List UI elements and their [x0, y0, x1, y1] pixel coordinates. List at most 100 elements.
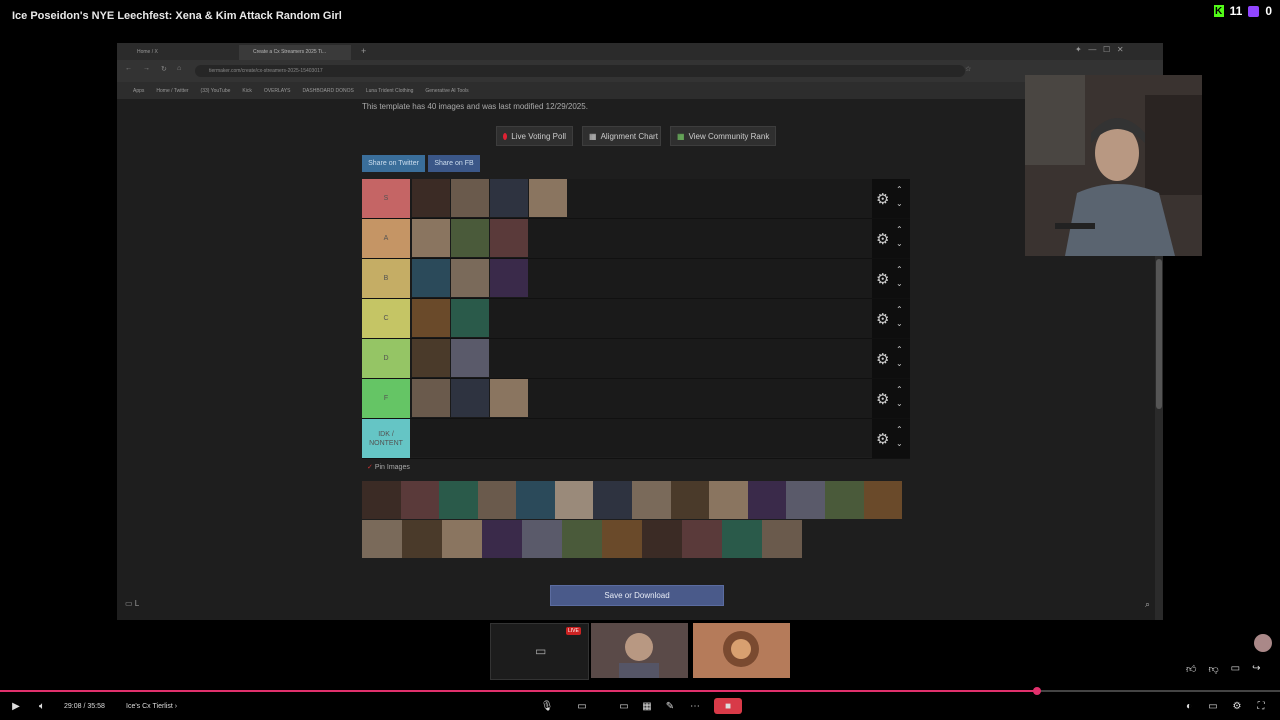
- share-icon[interactable]: ↪: [1252, 663, 1260, 675]
- alignment-chart-button[interactable]: ▦ Alignment Chart: [582, 126, 661, 146]
- pool-item-image[interactable]: [863, 481, 903, 519]
- chevron-up-icon[interactable]: ⌃: [896, 305, 903, 314]
- bookmark-item[interactable]: Luna Trident Clothing: [366, 88, 414, 94]
- tier-item-image[interactable]: [490, 179, 528, 217]
- pool-item-image[interactable]: [477, 481, 517, 519]
- pool-item-image[interactable]: [709, 481, 748, 519]
- tier-label[interactable]: D: [362, 339, 410, 378]
- tier-item-image[interactable]: [451, 299, 489, 337]
- bookmark-item[interactable]: (33) YouTube: [201, 88, 231, 94]
- pool-item-image[interactable]: [442, 520, 482, 558]
- avatar[interactable]: [1254, 634, 1272, 652]
- effects-icon[interactable]: ✎: [663, 698, 677, 714]
- chevron-up-icon[interactable]: ⌃: [896, 225, 903, 234]
- share-twitter-button[interactable]: Share on Twitter: [362, 155, 425, 172]
- scene-thumb-screen[interactable]: LIVE ▭: [490, 623, 589, 680]
- nav-back-icon[interactable]: ←: [125, 65, 132, 72]
- thumbs-up-icon[interactable]: 👍︎: [1186, 663, 1196, 675]
- play-icon[interactable]: ▶: [8, 698, 24, 714]
- browser-tab[interactable]: Home / X: [123, 45, 235, 60]
- chevron-down-icon[interactable]: ⌄: [896, 199, 903, 208]
- video-progress-handle[interactable]: [1032, 687, 1041, 695]
- gear-icon[interactable]: ⚙: [876, 350, 889, 368]
- tier-item-image[interactable]: [451, 379, 489, 417]
- pool-item-image[interactable]: [554, 481, 594, 519]
- volume-icon[interactable]: 🔈︎: [34, 698, 50, 714]
- pool-item-image[interactable]: [642, 520, 682, 558]
- tier-item-image[interactable]: [490, 219, 528, 257]
- mic-icon[interactable]: 🎙︎: [540, 698, 554, 714]
- chapter-title[interactable]: Ice's Cx Tierlist ›: [126, 698, 177, 714]
- scene-thumb-face[interactable]: [591, 623, 688, 678]
- chevron-up-icon[interactable]: ⌃: [896, 265, 903, 274]
- chevron-up-icon[interactable]: ⌃: [896, 185, 903, 194]
- pool-item-image[interactable]: [722, 520, 762, 558]
- chevron-up-icon[interactable]: ⌃: [896, 385, 903, 394]
- settings-gear-icon[interactable]: ⚙: [1230, 698, 1244, 714]
- tier-label[interactable]: IDK / NONTENT: [362, 419, 410, 458]
- pool-item-image[interactable]: [670, 481, 710, 519]
- comment-icon[interactable]: ▭: [1231, 663, 1240, 675]
- tier-item-image[interactable]: [412, 379, 450, 417]
- tier-item-image[interactable]: [451, 179, 489, 217]
- new-tab-icon[interactable]: +: [361, 46, 366, 56]
- pool-item-image[interactable]: [562, 520, 602, 558]
- tier-item-image[interactable]: [412, 219, 450, 257]
- more-icon[interactable]: ⋯: [688, 698, 702, 714]
- pool-item-image[interactable]: [362, 481, 401, 519]
- gear-icon[interactable]: ⚙: [876, 230, 889, 248]
- gear-icon[interactable]: ⚙: [876, 190, 889, 208]
- pool-item-image[interactable]: [400, 481, 440, 519]
- tier-label[interactable]: S: [362, 179, 410, 218]
- tier-label[interactable]: B: [362, 259, 410, 298]
- bookmark-item[interactable]: DASHBOARD DONOS: [302, 88, 353, 94]
- chat-icon[interactable]: ▭ L: [125, 599, 139, 608]
- pool-item-image[interactable]: [482, 520, 522, 558]
- bookmark-item[interactable]: Apps: [133, 88, 144, 94]
- live-voting-poll-button[interactable]: Live Voting Poll: [496, 126, 573, 146]
- tier-item-image[interactable]: [451, 259, 489, 297]
- camera-icon[interactable]: ▭: [575, 698, 589, 714]
- chevron-down-icon[interactable]: ⌄: [896, 439, 903, 448]
- gear-icon[interactable]: ⚙: [876, 430, 889, 448]
- chevron-down-icon[interactable]: ⌄: [896, 359, 903, 368]
- pool-item-image[interactable]: [762, 520, 802, 558]
- chevron-up-icon[interactable]: ⌃: [896, 425, 903, 434]
- url-input[interactable]: tiermaker.com/create/cx-streamers-2025-1…: [195, 65, 965, 77]
- autoplay-toggle[interactable]: ◐: [1182, 698, 1196, 714]
- pool-item-image[interactable]: [439, 481, 478, 519]
- window-controls[interactable]: ✦ — ☐ ✕: [1075, 45, 1124, 54]
- reload-icon[interactable]: ↻: [161, 65, 167, 73]
- pool-item-image[interactable]: [632, 481, 671, 519]
- screen-share-icon[interactable]: ▭: [617, 698, 631, 714]
- tier-item-image[interactable]: [412, 259, 450, 297]
- pool-item-image[interactable]: [522, 520, 562, 558]
- view-community-rank-button[interactable]: ▦ View Community Rank: [670, 126, 776, 146]
- pool-item-image[interactable]: [824, 481, 864, 519]
- chevron-down-icon[interactable]: ⌄: [896, 319, 903, 328]
- captions-icon[interactable]: ▭: [1206, 698, 1220, 714]
- browser-tab-active[interactable]: Create a Cx Streamers 2025 Ti...: [239, 45, 351, 60]
- end-stream-button[interactable]: ■: [714, 698, 742, 714]
- fullscreen-icon[interactable]: ⛶: [1254, 698, 1268, 714]
- pool-item-image[interactable]: [593, 481, 633, 519]
- pool-item-image[interactable]: [602, 520, 642, 558]
- bookmark-item[interactable]: OVERLAYS: [264, 88, 291, 94]
- gear-icon[interactable]: ⚙: [876, 270, 889, 288]
- bookmark-item[interactable]: Home / Twitter: [156, 88, 188, 94]
- tier-label[interactable]: C: [362, 299, 410, 338]
- share-fb-button[interactable]: Share on FB: [428, 155, 480, 172]
- tier-item-image[interactable]: [529, 179, 567, 217]
- tier-item-image[interactable]: [490, 379, 528, 417]
- chevron-down-icon[interactable]: ⌄: [896, 279, 903, 288]
- pool-item-image[interactable]: [786, 481, 825, 519]
- home-icon[interactable]: ⌂: [177, 65, 181, 72]
- pool-item-image[interactable]: [516, 481, 555, 519]
- tier-item-image[interactable]: [490, 259, 528, 297]
- tier-label[interactable]: F: [362, 379, 410, 418]
- scene-thumb-art[interactable]: [693, 623, 790, 678]
- bookmark-item[interactable]: Kick: [242, 88, 251, 94]
- layout-icon[interactable]: ▦: [640, 698, 654, 714]
- chevron-down-icon[interactable]: ⌄: [896, 239, 903, 248]
- bookmark-item[interactable]: Generative AI Tools: [425, 88, 468, 94]
